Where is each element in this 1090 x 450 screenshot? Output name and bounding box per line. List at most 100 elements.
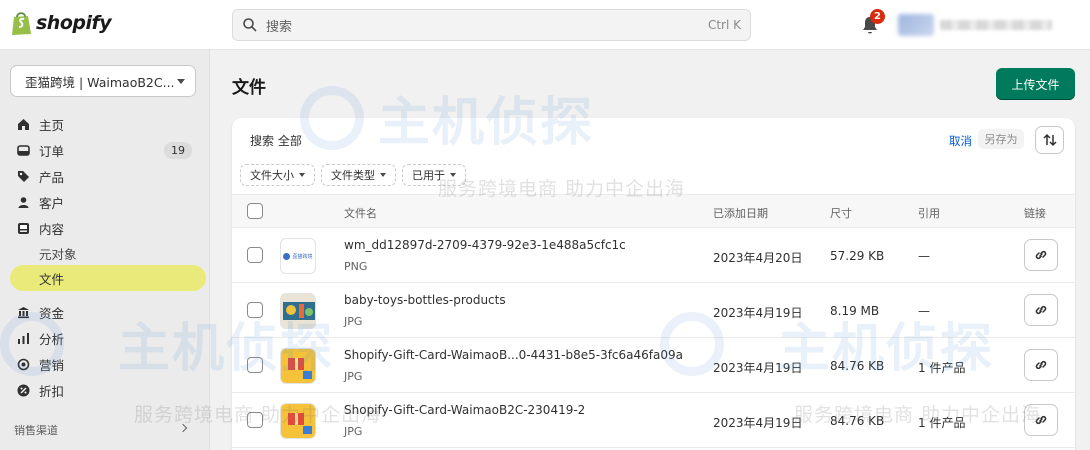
table-header: 文件名 已添加日期 尺寸 引用 链接 <box>232 194 1075 228</box>
row-checkbox[interactable] <box>247 357 263 373</box>
copy-link-button[interactable] <box>1024 294 1058 326</box>
files-card: 搜索 全部 取消 另存为 文件大小 文件类型 已用于 文件名 已添加日期 尺寸 … <box>232 118 1075 450</box>
sidebar-item-discounts[interactable]: 折扣 <box>10 378 206 402</box>
copy-link-button[interactable] <box>1024 239 1058 271</box>
sidebar-item-label: 主页 <box>39 117 65 133</box>
save-as-button[interactable]: 另存为 <box>978 129 1024 149</box>
section-label: 销售渠道 <box>14 424 58 437</box>
sort-button[interactable] <box>1035 126 1064 154</box>
link-icon <box>1035 250 1047 260</box>
copy-link-button[interactable] <box>1024 349 1058 381</box>
file-type: JPG <box>344 370 363 383</box>
page-title: 文件 <box>232 78 266 98</box>
bank-icon <box>16 305 30 319</box>
orders-icon <box>16 143 30 157</box>
avatar <box>898 14 934 36</box>
date-added: 2023年4月19日 <box>713 361 803 375</box>
file-thumbnail <box>280 293 316 329</box>
link-icon <box>1035 305 1047 315</box>
files-search-input[interactable]: 搜索 全部 <box>250 132 302 149</box>
file-references: — <box>918 304 930 318</box>
content-icon <box>16 221 30 235</box>
gift-card-thumbnail-image <box>281 349 315 383</box>
sort-icon <box>1042 133 1057 147</box>
sidebar-item-label: 订单 <box>39 143 65 159</box>
notification-badge: 2 <box>870 9 885 24</box>
select-all-checkbox[interactable] <box>247 203 263 219</box>
file-name[interactable]: Shopify-Gift-Card-WaimaoB...0-4431-b8e5-… <box>344 348 683 362</box>
sidebar-item-label: 折扣 <box>39 383 65 399</box>
target-icon <box>16 357 30 371</box>
date-added: 2023年4月19日 <box>713 416 803 430</box>
table-row[interactable]: Shopify-Gift-Card-WaimaoB...0-4431-b8e5-… <box>232 338 1075 393</box>
sidebar-item-analytics[interactable]: 分析 <box>10 326 206 350</box>
file-references[interactable]: 1 件产品 <box>918 359 965 376</box>
file-size: 57.29 KB <box>830 249 885 263</box>
chart-icon <box>16 331 30 345</box>
store-name: 歪猫跨境 | WaimaoB2C... <box>25 74 175 90</box>
sidebar-item-label: 营销 <box>39 357 65 373</box>
sidebar-item-label: 内容 <box>39 221 65 237</box>
filter-label: 文件大小 <box>250 169 294 182</box>
row-checkbox[interactable] <box>247 412 263 428</box>
column-header-link: 链接 <box>1024 207 1046 220</box>
table-row[interactable]: 歪猫跨境 wm_dd12897d-2709-4379-92e3-1e488a5c… <box>232 228 1075 283</box>
upload-files-button[interactable]: 上传文件 <box>996 68 1075 100</box>
row-checkbox[interactable] <box>247 302 263 318</box>
filter-used-in[interactable]: 已用于 <box>402 164 466 186</box>
column-header-size[interactable]: 尺寸 <box>830 205 852 221</box>
row-checkbox[interactable] <box>247 247 263 263</box>
table-row[interactable]: baby-toys-bottles-products JPG 2023年4月19… <box>232 283 1075 338</box>
person-icon <box>16 195 30 209</box>
user-account-menu[interactable] <box>898 14 1058 36</box>
sidebar-item-label: 分析 <box>39 331 65 347</box>
file-type: PNG <box>344 260 368 273</box>
file-size: 8.19 MB <box>830 304 880 318</box>
filter-file-type[interactable]: 文件类型 <box>321 164 396 186</box>
column-header-name[interactable]: 文件名 <box>344 205 377 221</box>
home-icon <box>16 117 30 131</box>
table-row[interactable]: Shopify-Gift-Card-WaimaoB2C-230419-2 JPG… <box>232 393 1075 448</box>
sidebar: 歪猫跨境 | WaimaoB2C... 主页 订单 19 产品 客户 内容 元对… <box>0 50 210 450</box>
toys-thumbnail-image <box>281 294 315 328</box>
file-name[interactable]: Shopify-Gift-Card-WaimaoB2C-230419-2 <box>344 403 585 417</box>
search-placeholder: 搜索 <box>266 19 293 35</box>
file-name[interactable]: wm_dd12897d-2709-4379-92e3-1e488a5cfc1c <box>344 238 626 252</box>
sidebar-item-label: 资金 <box>39 305 65 321</box>
sales-channels-section[interactable]: 销售渠道 <box>14 422 194 438</box>
filter-file-size[interactable]: 文件大小 <box>240 164 315 186</box>
link-icon <box>1035 360 1047 370</box>
file-name[interactable]: baby-toys-bottles-products <box>344 293 506 307</box>
shopify-logo[interactable]: shopify <box>10 10 112 36</box>
chevron-right-icon <box>178 423 188 433</box>
sidebar-item-label: 产品 <box>39 169 65 185</box>
column-header-date[interactable]: 已添加日期 <box>713 205 768 221</box>
caret-down-icon <box>380 173 386 177</box>
file-size: 84.76 KB <box>830 359 885 373</box>
file-size: 84.76 KB <box>830 414 885 428</box>
sidebar-item-content[interactable]: 内容 <box>10 216 206 240</box>
copy-link-button[interactable] <box>1024 404 1058 436</box>
sidebar-subitem-metaobjects[interactable]: 元对象 <box>10 240 206 266</box>
date-added: 2023年4月20日 <box>713 251 803 265</box>
caret-down-icon <box>177 78 185 84</box>
orders-count-badge: 19 <box>164 142 192 159</box>
sidebar-item-customers[interactable]: 客户 <box>10 190 206 214</box>
file-references[interactable]: 1 件产品 <box>918 414 965 431</box>
sidebar-item-finances[interactable]: 资金 <box>10 300 206 324</box>
sidebar-item-products[interactable]: 产品 <box>10 164 206 188</box>
sidebar-item-label: 客户 <box>39 195 65 211</box>
global-search-input[interactable]: 搜索 Ctrl K <box>232 9 751 41</box>
search-icon <box>243 18 257 32</box>
sidebar-item-marketing[interactable]: 营销 <box>10 352 206 376</box>
caret-down-icon <box>299 173 305 177</box>
sidebar-item-orders[interactable]: 订单 19 <box>10 138 206 162</box>
column-header-references: 引用 <box>918 207 940 220</box>
filter-label: 文件类型 <box>331 169 375 182</box>
store-selector[interactable]: 歪猫跨境 | WaimaoB2C... <box>10 65 196 97</box>
cancel-button[interactable]: 取消 <box>949 133 972 149</box>
file-thumbnail: 歪猫跨境 <box>280 238 316 274</box>
link-icon <box>1035 415 1047 425</box>
sidebar-subitem-files[interactable]: 文件 <box>10 265 206 291</box>
sidebar-item-home[interactable]: 主页 <box>10 112 206 136</box>
